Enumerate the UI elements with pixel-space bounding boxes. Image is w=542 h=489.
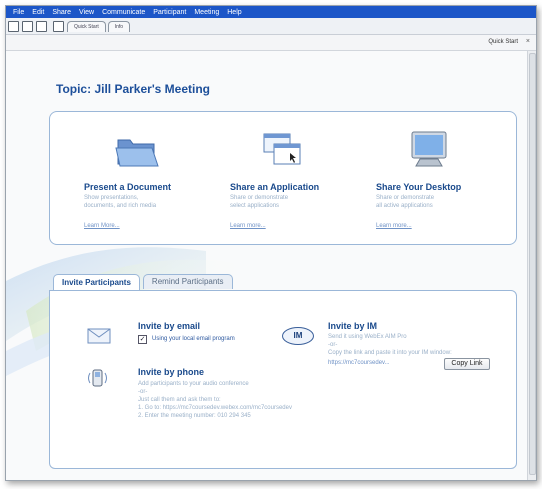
copy-link-button[interactable]: Copy Link — [444, 358, 490, 370]
invite-panel: Invite by email ✓ Using your local email… — [49, 290, 517, 469]
learn-more-link[interactable]: Learn more... — [230, 223, 266, 229]
scrollbar-thumb[interactable] — [529, 53, 536, 475]
tab-info[interactable]: Info — [107, 20, 131, 32]
phone-icon — [88, 369, 107, 387]
invite-email-title: Invite by email — [138, 321, 201, 331]
vertical-scrollbar[interactable] — [527, 51, 536, 480]
tab-remind-participants[interactable]: Remind Participants — [142, 274, 233, 289]
toolbar: Quick Start Info — [6, 18, 536, 35]
menu-meeting[interactable]: Meeting — [190, 9, 223, 16]
layout-1-icon[interactable] — [8, 20, 19, 32]
menu-bar: File Edit Share View Communicate Partici… — [6, 6, 536, 18]
menu-share[interactable]: Share — [48, 9, 75, 16]
layout-2-icon[interactable] — [22, 20, 33, 32]
folder-icon — [115, 139, 159, 167]
feature-title: Present a Document — [84, 182, 172, 192]
layout-3-icon[interactable] — [36, 20, 47, 32]
page-title: Topic: Jill Parker's Meeting — [56, 82, 211, 96]
quick-start-content: Topic: Jill Parker's Meeting Present a D… — [6, 51, 528, 480]
envelope-icon — [87, 328, 111, 344]
invite-im-title: Invite by IM — [328, 321, 378, 331]
phone-or-text: -or- — [138, 389, 148, 395]
panel-title: Quick Start — [488, 39, 518, 45]
menu-help[interactable]: Help — [223, 9, 245, 16]
feature-title: Share Your Desktop — [376, 182, 462, 192]
im-copy-text: Copy the link and paste it into your IM … — [328, 350, 452, 356]
learn-more-link[interactable]: Learn more... — [376, 223, 412, 229]
menu-communicate[interactable]: Communicate — [98, 9, 149, 16]
im-icon: IM — [282, 327, 314, 345]
feature-description: Share or demonstrate all active applicati… — [376, 195, 435, 209]
monitor-icon — [411, 131, 447, 167]
menu-view[interactable]: View — [75, 9, 98, 16]
menu-edit[interactable]: Edit — [28, 9, 48, 16]
im-meeting-link[interactable]: https://mc7coursedev... — [328, 360, 390, 366]
app-window: File Edit Share View Communicate Partici… — [5, 5, 537, 481]
feature-description: Share or demonstrate select applications — [230, 195, 289, 209]
features-panel: Present a Document Show presentations, do… — [49, 111, 517, 245]
feature-title: Share an Application — [230, 182, 320, 192]
application-windows-icon — [263, 133, 301, 165]
menu-participant[interactable]: Participant — [149, 9, 190, 16]
tab-quick-start[interactable]: Quick Start — [67, 20, 106, 32]
menu-file[interactable]: File — [9, 9, 28, 16]
phone-add-text: Add participants to your audio conferenc… — [138, 381, 249, 387]
local-email-label[interactable]: Using your local email program — [152, 336, 235, 342]
feature-description: Show presentations, documents, and rich m… — [84, 195, 157, 209]
phone-step-2: 2. Enter the meeting number: 010 294 345 — [138, 413, 251, 419]
invite-tabs: Invite Participants Remind Participants — [53, 273, 236, 291]
tab-invite-participants[interactable]: Invite Participants — [53, 274, 140, 291]
learn-more-link[interactable]: Learn More... — [84, 223, 120, 229]
close-icon[interactable]: × — [526, 38, 530, 45]
phone-step-1: 1. Go to: https://mc7coursedev.webex.com… — [138, 405, 292, 411]
im-or-text: -or- — [328, 342, 338, 348]
full-screen-icon[interactable] — [53, 20, 64, 32]
phone-call-text: Just call them and ask them to: — [138, 397, 221, 403]
panel-header: Quick Start × — [6, 35, 536, 51]
local-email-checkbox[interactable]: ✓ — [138, 335, 147, 344]
im-send-text: Send it using WebEx AIM Pro — [328, 334, 407, 340]
invite-phone-title: Invite by phone — [138, 367, 205, 377]
